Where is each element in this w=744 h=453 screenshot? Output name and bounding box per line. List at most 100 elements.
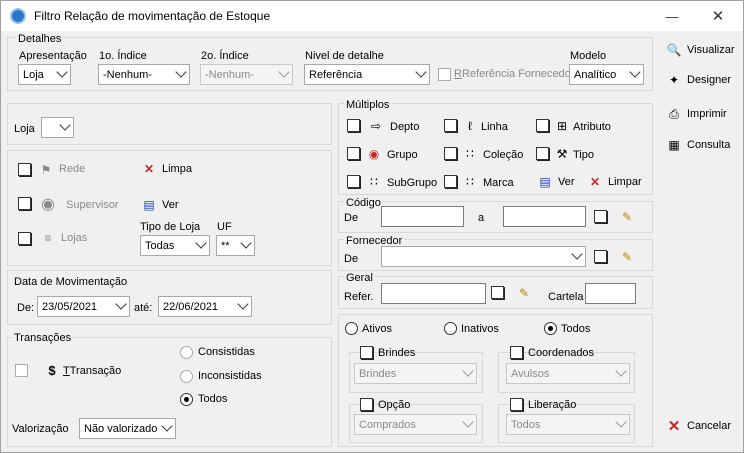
marca-checkbox[interactable] — [444, 175, 457, 188]
linha-checkbox[interactable] — [444, 119, 457, 132]
close-button[interactable]: ✕ — [695, 1, 741, 31]
codigo-ate-input[interactable] — [503, 206, 586, 227]
codigo-de-input[interactable] — [381, 206, 464, 227]
data-de-picker[interactable]: 23/05/2021 — [37, 296, 130, 317]
uf-select[interactable]: ** — [216, 235, 255, 256]
cancel-icon: ✕ — [667, 418, 681, 435]
preview-icon: 🔍 — [666, 43, 682, 57]
clear-icon: ✕ — [589, 175, 601, 189]
minimize-button[interactable]: — — [649, 1, 695, 31]
codigo-de-label: De — [344, 212, 359, 224]
codigo-checkbox[interactable] — [594, 210, 607, 223]
todos-transacoes-radio[interactable] — [180, 393, 193, 406]
ref-fornecedor-label: RReferência Fornecedor — [454, 68, 575, 80]
grupo-icon: ◉ — [368, 147, 380, 161]
todos-status-label: Todos — [561, 323, 591, 335]
colecao-checkbox[interactable] — [444, 147, 457, 160]
inconsistidas-radio[interactable] — [180, 370, 193, 383]
fornecedor-list-icon[interactable]: ✎ — [618, 249, 636, 265]
depto-label: Depto — [390, 121, 420, 133]
nivel-label: Nivel de detalhe — [305, 50, 384, 62]
fornecedor-checkbox[interactable] — [594, 250, 607, 263]
dollar-icon: $ — [48, 362, 56, 378]
valorizacao-select[interactable]: Não valorizado — [79, 418, 176, 439]
lojas-checkbox[interactable] — [18, 232, 31, 245]
todos-status-radio[interactable] — [544, 322, 557, 335]
codigo-title: Código — [344, 197, 383, 209]
fornecedor-de-label: De — [344, 253, 359, 265]
linha-icon: ℓ — [468, 119, 472, 133]
ver-icon: ▤ — [143, 198, 155, 212]
inativos-radio[interactable] — [444, 322, 457, 335]
printer-icon: ⎙ — [669, 106, 679, 121]
cartela-input[interactable] — [585, 283, 636, 304]
consulta-icon: ▦ — [668, 138, 680, 152]
visualizar-button[interactable]: 🔍 Visualizar — [665, 42, 735, 58]
designer-button[interactable]: ✦ Designer — [665, 72, 731, 88]
referencia-list-icon[interactable]: ✎ — [515, 285, 533, 301]
depto-icon: ⇨ — [370, 119, 382, 133]
codigo-list-icon[interactable]: ✎ — [618, 209, 636, 225]
loja-label: Loja — [14, 123, 35, 135]
atributo-checkbox[interactable] — [536, 119, 549, 132]
colecao-icon: ∷ — [466, 147, 474, 161]
todos-transacoes-label: Todos — [198, 393, 228, 405]
ref-fornecedor-checkbox[interactable] — [438, 68, 451, 81]
apresentacao-select[interactable]: Loja — [18, 64, 71, 85]
consistidas-label: Consistidas — [198, 346, 255, 358]
supervisor-checkbox[interactable] — [18, 197, 31, 210]
ver-multiplos-button[interactable]: ▤ Ver — [536, 174, 574, 190]
coordenados-checkbox[interactable] — [510, 346, 523, 359]
rede-label: Rede — [59, 163, 86, 175]
transacao-checkbox[interactable] — [15, 364, 28, 377]
imprimir-button[interactable]: ⎙ Imprimir — [665, 106, 727, 122]
ver-lojas-button[interactable]: ▤ Ver — [140, 197, 178, 213]
liberacao-checkbox[interactable] — [510, 398, 523, 411]
ativos-label: Ativos — [362, 323, 392, 335]
codigo-a-label: a — [478, 212, 485, 224]
grupo-label: Grupo — [387, 149, 418, 161]
tipo-loja-select[interactable]: Todas — [140, 235, 210, 256]
tipo-loja-label: Tipo de Loja — [140, 221, 201, 233]
consulta-button[interactable]: ▦ Consulta — [665, 137, 730, 153]
grupo-checkbox[interactable] — [347, 147, 360, 160]
tipo-label: Tipo — [573, 149, 594, 161]
ativos-radio[interactable] — [345, 322, 358, 335]
subgrupo-icon: ∷ — [370, 175, 378, 189]
opcao-select: Comprados — [354, 414, 477, 435]
valorizacao-label: Valorização — [12, 423, 69, 435]
rede-checkbox[interactable] — [18, 163, 31, 176]
depto-checkbox[interactable] — [347, 119, 360, 132]
modelo-select[interactable]: Analítico — [569, 64, 644, 85]
apresentacao-label: Apresentação — [19, 50, 87, 62]
filter-window: Filtro Relação de movimentação de Estoqu… — [0, 0, 744, 453]
data-ate-picker[interactable]: 22/06/2021 — [158, 296, 252, 317]
tipo-checkbox[interactable] — [536, 147, 549, 160]
transacao-label: TTransação — [63, 365, 122, 377]
marca-label: Marca — [483, 177, 514, 189]
cartela-label: Cartela — [548, 291, 584, 303]
nivel-select[interactable]: Referência — [304, 64, 430, 85]
loja-select[interactable] — [41, 117, 74, 138]
subgrupo-checkbox[interactable] — [347, 175, 360, 188]
data-ate-label: até: — [134, 302, 153, 314]
limpar-button[interactable]: ✕ Limpar — [586, 174, 642, 190]
lojas-label: Lojas — [61, 232, 88, 244]
app-icon — [10, 8, 26, 24]
brindes-checkbox[interactable] — [360, 346, 373, 359]
indice1-select[interactable]: -Nenhum- — [98, 64, 190, 85]
rede-icon: ⚑ — [40, 163, 52, 177]
consistidas-radio[interactable] — [180, 346, 193, 359]
linha-label: Linha — [481, 121, 508, 133]
referencia-input[interactable] — [381, 283, 486, 304]
referencia-checkbox[interactable] — [491, 286, 504, 299]
ver-icon: ▤ — [539, 175, 551, 189]
fornecedor-select[interactable] — [381, 246, 586, 267]
designer-icon: ✦ — [668, 73, 680, 87]
limpa-button[interactable]: ✕ Limpa — [140, 161, 192, 177]
geral-refer-label: Refer. — [344, 291, 374, 303]
opcao-checkbox[interactable] — [360, 398, 373, 411]
cancelar-button[interactable]: ✕ Cancelar — [665, 418, 731, 435]
supervisor-icon: ◉ — [41, 196, 55, 213]
data-title: Data de Movimentação — [14, 276, 128, 288]
